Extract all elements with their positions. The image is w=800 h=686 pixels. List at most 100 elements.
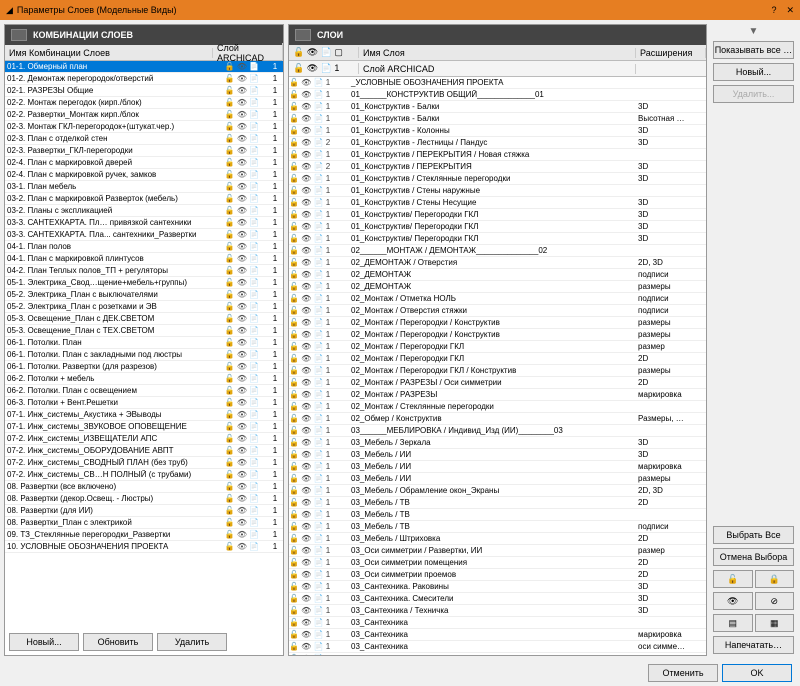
eye-open-icon[interactable]: 👁 [713,592,753,610]
combination-row[interactable]: 06-2. Потолки. План с освещением🔓 👁 📄1 [5,385,283,397]
help-button[interactable]: ? [771,5,776,16]
wire-icon[interactable]: ▤ [713,614,753,632]
lock-open-icon[interactable]: 🔓 [713,570,753,588]
combination-row[interactable]: 06-2. Потолки + мебель🔓 👁 📄1 [5,373,283,385]
layer-row[interactable]: 🔓 👁 📄 103_Оси симметрии / Развертки, ИИр… [289,545,706,557]
new-combo-button[interactable]: Новый... [9,633,79,651]
combination-row[interactable]: 01-2. Демонтаж перегородок/отверстий🔓 👁 … [5,73,283,85]
show-all-button[interactable]: Показывать все … [713,41,794,59]
combination-row[interactable]: 03-3. САНТЕХКАРТА. Пл… привязкой сантехн… [5,217,283,229]
combination-row[interactable]: 07-2. Инж_системы_ИЗВЕЩАТЕЛИ АПС🔓 👁 📄1 [5,433,283,445]
combination-row[interactable]: 06-3. Потолки + Вент.Решетки🔓 👁 📄1 [5,397,283,409]
layer-row[interactable]: 🔓 👁 📄 103_Сантехника. Раковины3D [289,581,706,593]
combination-row[interactable]: 10. УСЛОВНЫЕ ОБОЗНАЧЕНИЯ ПРОЕКТА🔓 👁 📄1 [5,541,283,553]
select-all-button[interactable]: Выбрать Все [713,526,794,544]
layer-row[interactable]: 🔓 👁 📄 101_Конструктив - Балки3D [289,101,706,113]
layer-row[interactable]: 🔓 👁 📄 102_ДЕМОНТАЖ / Отверстия2D, 3D [289,257,706,269]
delete-combo-button[interactable]: Удалить [157,633,227,651]
layer-row[interactable]: 🔓 👁 📄 103_Мебель / ИИмаркировка [289,461,706,473]
combination-row[interactable]: 02-4. План с маркировкой ручек, замков🔓 … [5,169,283,181]
combination-row[interactable]: 07-2. Инж_системы_ОБОРУДОВАНИЕ АВПТ🔓 👁 📄… [5,445,283,457]
layer-row[interactable]: 🔓 👁 📄 102_ДЕМОНТАЖподписи [289,269,706,281]
layer-row[interactable]: 🔓 👁 📄 103_Сантехникамаркировка [289,629,706,641]
layer-row[interactable]: 🔓 👁 📄 101_Конструктив - Колонны3D [289,125,706,137]
layer-row[interactable]: 🔓 👁 📄 101_Конструктив / Стены наружные [289,185,706,197]
combination-row[interactable]: 02-2. Монтаж перегодок (кирп./блок)🔓 👁 📄… [5,97,283,109]
combination-row[interactable]: 07-1. Инж_системы_Акустика + ЭВыводы🔓 👁 … [5,409,283,421]
layer-row[interactable]: 🔓 👁 📄 101_Конструктив / Стеклянные перег… [289,173,706,185]
layer-row[interactable]: 🔓 👁 📄 102_Монтаж / Отметка НОЛЬподписи [289,293,706,305]
layer-row[interactable]: 🔓 👁 📄 102_Монтаж / Перегородки ГКЛразмер [289,341,706,353]
combination-row[interactable]: 08. Развертки_План с электрикой🔓 👁 📄1 [5,517,283,529]
print-button[interactable]: Напечатать… [713,636,794,654]
eye-closed-icon[interactable]: ⊘ [755,592,795,610]
new-layer-button[interactable]: Новый... [713,63,794,81]
layer-row[interactable]: 🔓 👁 📄 101_Конструктив - БалкиВысотная … [289,113,706,125]
layer-row[interactable]: 🔓 👁 📄 103_Сантехникаоси симме… [289,641,706,653]
cancel-button[interactable]: Отменить [648,664,718,682]
layer-row[interactable]: 🔓 👁 📄 103_Мебель / ТВ [289,509,706,521]
layer-row[interactable]: 🔓 👁 📄 103_Сантехника. Смесители3D [289,593,706,605]
deselect-button[interactable]: Отмена Выбора [713,548,794,566]
close-button[interactable]: ✕ [786,5,794,16]
layer-row[interactable]: 🔓 👁 📄 102_Монтаж / Стеклянные перегородк… [289,401,706,413]
layer-row[interactable]: 🔓 👁 📄 103_Мебель / ИИразмеры [289,473,706,485]
combination-row[interactable]: 03-1. План мебель🔓 👁 📄1 [5,181,283,193]
solid-icon[interactable]: ▦ [755,614,795,632]
combinations-list[interactable]: 01-1. Обмерный план🔓 👁 📄101-2. Демонтаж … [5,61,283,629]
layer-row[interactable]: 🔓 👁 📄 101_Конструктив / ПЕРЕКРЫТИЯ / Нов… [289,149,706,161]
layer-row[interactable]: 🔓 👁 📄 103_Сантехникаразмеры [289,653,706,655]
combination-row[interactable]: 07-1. Инж_системы_ЗВУКОВОЕ ОПОВЕЩЕНИЕ🔓 👁… [5,421,283,433]
layer-row[interactable]: 🔓 👁 📄 103_Мебель / ТВ2D [289,497,706,509]
combination-row[interactable]: 04-1. План с маркировкой плинтусов🔓 👁 📄1 [5,253,283,265]
combination-row[interactable]: 04-1. План полов🔓 👁 📄1 [5,241,283,253]
layers-list[interactable]: 🔓 👁 📄 1_УСЛОВНЫЕ ОБОЗНАЧЕНИЯ ПРОЕКТА🔓 👁 … [289,77,706,655]
layer-row[interactable]: 🔓 👁 📄 103_Мебель / Обрамление окон_Экран… [289,485,706,497]
col-combo-slot[interactable]: Слой ARCHICAD [213,43,283,63]
combination-row[interactable]: 02-3. Развертки_ГКЛ-перегородки🔓 👁 📄1 [5,145,283,157]
layer-row[interactable]: 🔓 👁 📄 102_Монтаж / Перегородки ГКЛ / Кон… [289,365,706,377]
layer-row[interactable]: 🔓 👁 📄 103_Сантехника / Техничка3D [289,605,706,617]
layer-row[interactable]: 🔓 👁 📄 201_Конструктив - Лестницы / Панду… [289,137,706,149]
col-combo-name[interactable]: Имя Комбинации Слоев [5,48,213,58]
combination-row[interactable]: 05-2. Электрика_План с розетками и ЭВ🔓 👁… [5,301,283,313]
combination-row[interactable]: 09. ТЗ_Стеклянные перегородки_Развертки🔓… [5,529,283,541]
layer-row[interactable]: 🔓 👁 📄 103_Мебель / Штриховка2D [289,533,706,545]
combination-row[interactable]: 02-1. РАЗРЕЗЫ Общие🔓 👁 📄1 [5,85,283,97]
layer-row[interactable]: 🔓 👁 📄 103_Мебель / ТВподписи [289,521,706,533]
combination-row[interactable]: 03-2. План с маркировкой Разверток (мебе… [5,193,283,205]
lock-closed-icon[interactable]: 🔒 [755,570,795,588]
combination-row[interactable]: 03-2. Планы с экспликацией🔓 👁 📄1 [5,205,283,217]
layer-row[interactable]: 🔓 👁 📄 103______МЕБЛИРОВКА / Индивид_Изд … [289,425,706,437]
col-layer-ext[interactable]: Расширения [636,48,706,58]
layer-row[interactable]: 🔓 👁 📄 102_Монтаж / Отверстия стяжкиподпи… [289,305,706,317]
filter-icon[interactable]: ▼ [713,26,794,37]
combination-row[interactable]: 06-1. Потолки. Развертки (для разрезов)🔓… [5,361,283,373]
layer-row[interactable]: 🔓 👁 📄 102_Обмер / КонструктивРазмеры, … [289,413,706,425]
layer-row[interactable]: 🔓 👁 📄 102_Монтаж / Перегородки ГКЛ2D [289,353,706,365]
layer-row[interactable]: 🔓 👁 📄 201_Конструктив / ПЕРЕКРЫТИЯ3D [289,161,706,173]
col-layer-name[interactable]: Имя Слоя [359,48,636,58]
layer-row[interactable]: 🔓 👁 📄 102______МОНТАЖ / ДЕМОНТАЖ________… [289,245,706,257]
layer-row[interactable]: 🔓 👁 📄 101_Конструктив/ Перегородки ГКЛ3D [289,221,706,233]
layer-row[interactable]: 🔓 👁 📄 1_УСЛОВНЫЕ ОБОЗНАЧЕНИЯ ПРОЕКТА [289,77,706,89]
layer-row[interactable]: 🔓 👁 📄 101______КОНСТРУКТИВ ОБЩИЙ________… [289,89,706,101]
layer-row[interactable]: 🔓 👁 📄 102_Монтаж / Перегородки / Констру… [289,329,706,341]
combination-row[interactable]: 08. Развертки (декор.Освещ. - Люстры)🔓 👁… [5,493,283,505]
ok-button[interactable]: OK [722,664,792,682]
col-status-icons[interactable]: 🔓 👁 📄 ▢ [289,47,359,58]
combination-row[interactable]: 02-3. План с отделкой стен🔓 👁 📄1 [5,133,283,145]
layer-row[interactable]: 🔓 👁 📄 103_Мебель / Зеркала3D [289,437,706,449]
combination-row[interactable]: 01-1. Обмерный план🔓 👁 📄1 [5,61,283,73]
combination-row[interactable]: 08. Развертки (все включено)🔓 👁 📄1 [5,481,283,493]
layer-row[interactable]: 🔓 👁 📄 102_ДЕМОНТАЖразмеры [289,281,706,293]
layer-row[interactable]: 🔓 👁 📄 103_Сантехника [289,617,706,629]
combination-row[interactable]: 03-3. САНТЕХКАРТА. Пла... сантехники_Раз… [5,229,283,241]
combination-row[interactable]: 08. Развертки (для ИИ)🔓 👁 📄1 [5,505,283,517]
combination-row[interactable]: 05-1. Электрика_Свод…щение+мебель+группы… [5,277,283,289]
combination-row[interactable]: 04-2. План Теплых полов_ТП + регуляторы🔓… [5,265,283,277]
combination-row[interactable]: 02-4. План с маркировкой дверей🔓 👁 📄1 [5,157,283,169]
combination-row[interactable]: 07-2. Инж_системы_СВОДНЫЙ ПЛАН (без труб… [5,457,283,469]
layer-row[interactable]: 🔓 👁 📄 101_Конструктив / Стены Несущие3D [289,197,706,209]
layer-row[interactable]: 🔓 👁 📄 103_Мебель / ИИ3D [289,449,706,461]
